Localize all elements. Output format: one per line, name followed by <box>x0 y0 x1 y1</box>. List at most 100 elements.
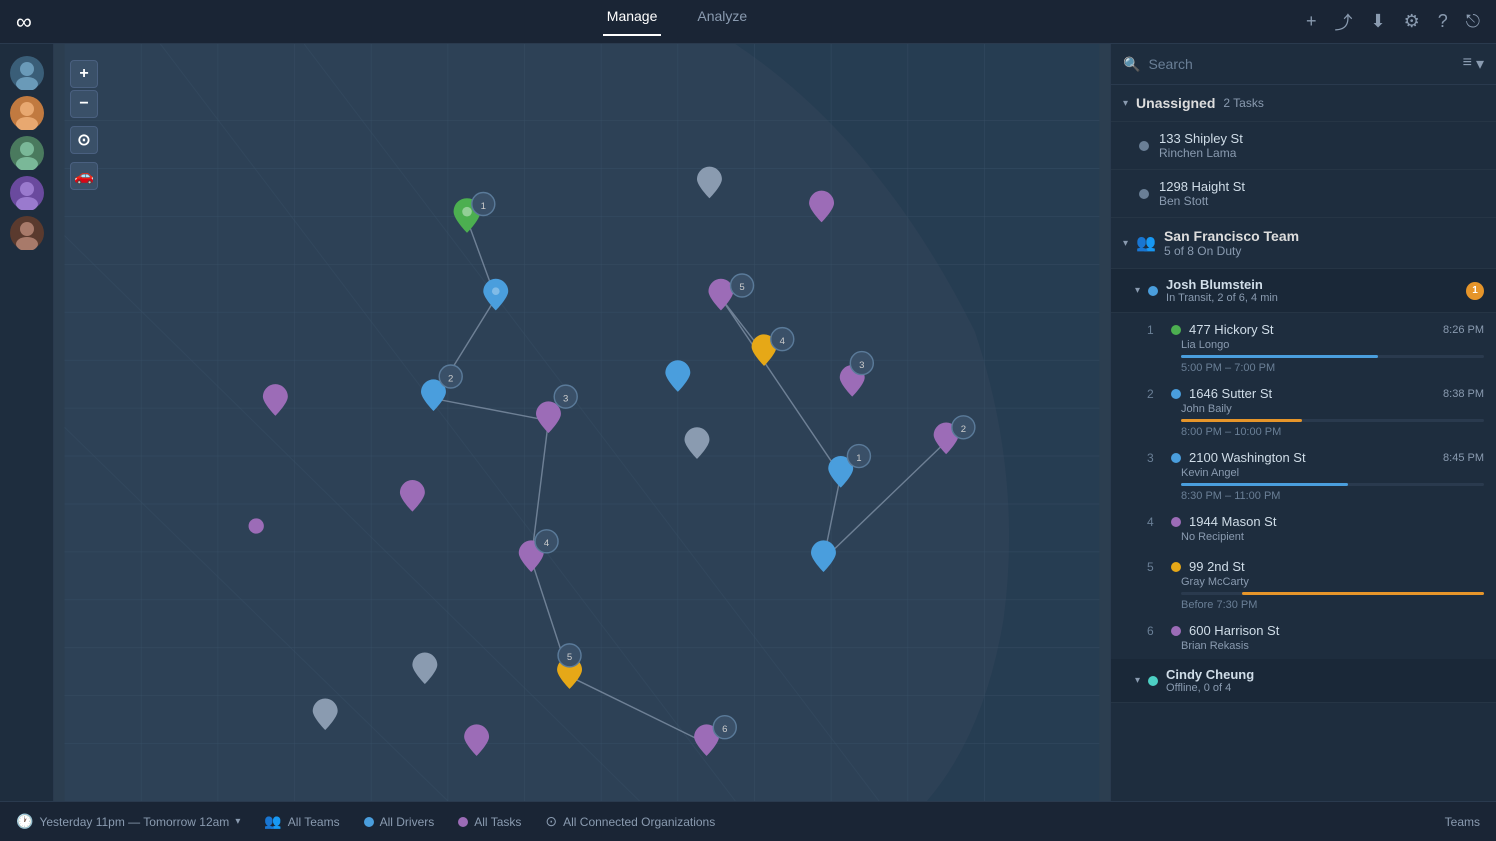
task-row[interactable]: 3 2100 Washington St 8:45 PM Kevin Angel… <box>1111 441 1496 505</box>
team-info: San Francisco Team 5 of 8 On Duty <box>1164 228 1484 258</box>
time-chevron[interactable]: ▾ <box>235 816 240 827</box>
unassigned-chevron[interactable]: ▾ <box>1123 98 1128 109</box>
svg-text:6: 6 <box>722 724 727 735</box>
driver-header[interactable]: ▾ Josh Blumstein In Transit, 2 of 6, 4 m… <box>1111 269 1496 313</box>
unassigned-section-header[interactable]: ▾ Unassigned 2 Tasks <box>1111 85 1496 122</box>
right-panel: 🔍 ≡ ▾ ▾ Unassigned 2 Tasks 133 Shipley S… <box>1110 44 1496 801</box>
chevron-down-icon[interactable]: ▾ <box>1476 54 1484 74</box>
task-list: ▾ Unassigned 2 Tasks 133 Shipley St Rinc… <box>1111 85 1496 801</box>
task-progress-bar <box>1181 419 1302 422</box>
unassigned-count: 2 Tasks <box>1223 96 1263 110</box>
sidebar-avatar-4[interactable] <box>10 176 44 210</box>
import-icon[interactable]: ⤴ <box>1334 9 1352 35</box>
all-drivers-item[interactable]: All Drivers <box>364 815 435 829</box>
all-orgs-label: All Connected Organizations <box>563 815 715 829</box>
task-address: 2100 Washington St <box>1189 450 1306 465</box>
driver-header-cindy[interactable]: ▾ Cindy Cheung Offline, 0 of 4 <box>1111 659 1496 703</box>
task-address: 133 Shipley St <box>1159 131 1484 146</box>
tasks-dot <box>458 817 468 827</box>
tab-analyze[interactable]: Analyze <box>693 8 751 36</box>
svg-text:3: 3 <box>563 393 568 404</box>
task-person: Kevin Angel <box>1147 467 1484 479</box>
tab-manage[interactable]: Manage <box>603 8 662 36</box>
task-person: Ben Stott <box>1159 194 1484 208</box>
task-time: 8:45 PM <box>1443 452 1484 464</box>
app-logo[interactable]: ∞ <box>16 12 48 32</box>
all-tasks-label: All Tasks <box>474 815 521 829</box>
teams-tab[interactable]: Teams <box>1445 815 1480 829</box>
task-dot-purple <box>1171 626 1181 636</box>
task-person: Gray McCarty <box>1147 576 1484 588</box>
time-range-item[interactable]: 🕐 Yesterday 11pm — Tomorrow 12am ▾ <box>16 813 240 830</box>
view-toggle[interactable]: ≡ ▾ <box>1463 54 1484 74</box>
svg-text:1: 1 <box>856 453 861 464</box>
sidebar-avatar-5[interactable] <box>10 216 44 250</box>
task-row[interactable]: 4 1944 Mason St No Recipient <box>1111 505 1496 550</box>
search-input[interactable] <box>1148 56 1454 72</box>
task-progress-bar <box>1181 483 1348 486</box>
task-person: No Recipient <box>1147 531 1484 543</box>
driver-info: Cindy Cheung Offline, 0 of 4 <box>1166 667 1484 694</box>
task-content: 477 Hickory St <box>1189 321 1435 339</box>
task-progress-bar <box>1181 355 1378 358</box>
add-icon[interactable]: + <box>1306 11 1317 32</box>
list-item[interactable]: 1298 Haight St Ben Stott <box>1111 170 1496 218</box>
search-icon: 🔍 <box>1123 56 1140 73</box>
map-background: 1 2 3 4 5 6 5 4 3 2 <box>54 44 1110 801</box>
driver-chevron[interactable]: ▾ <box>1135 285 1140 296</box>
driver-view-button[interactable]: 🚗 <box>70 162 98 190</box>
top-nav: ∞ Manage Analyze + ⤴ ⬇ ⚙ ? ⎋ <box>0 0 1496 44</box>
download-icon[interactable]: ⬇ <box>1370 11 1385 32</box>
zoom-in-button[interactable]: + <box>70 60 98 88</box>
task-content: 600 Harrison St <box>1189 622 1484 640</box>
driver-chevron[interactable]: ▾ <box>1135 675 1140 686</box>
task-content: 2100 Washington St <box>1189 449 1435 467</box>
task-address: 1298 Haight St <box>1159 179 1484 194</box>
settings-icon[interactable]: ⚙ <box>1404 11 1420 32</box>
zoom-out-button[interactable]: − <box>70 90 98 118</box>
driver-name: Cindy Cheung <box>1166 667 1484 682</box>
sidebar-avatar-1[interactable] <box>10 56 44 90</box>
task-row[interactable]: 1 477 Hickory St 8:26 PM Lia Longo 5:00 … <box>1111 313 1496 377</box>
logout-icon[interactable]: ⎋ <box>1466 11 1480 32</box>
team-icon: 👥 <box>1136 233 1156 253</box>
search-bar: 🔍 ≡ ▾ <box>1111 44 1496 85</box>
all-orgs-item[interactable]: ⊙ All Connected Organizations <box>545 813 715 830</box>
task-person: Rinchen Lama <box>1159 146 1484 160</box>
center-map-button[interactable]: ⊙ <box>70 126 98 154</box>
tab-bar: Teams <box>739 815 1480 829</box>
zoom-controls: + − <box>70 60 98 118</box>
task-info: 1298 Haight St Ben Stott <box>1159 179 1484 208</box>
task-time: 8:26 PM <box>1443 324 1484 336</box>
task-dot-green <box>1171 325 1181 335</box>
nav-center: Manage Analyze <box>603 8 751 36</box>
task-row[interactable]: 5 99 2nd St Gray McCarty Before 7:30 PM <box>1111 550 1496 614</box>
teams-tab-label: Teams <box>1445 815 1480 829</box>
task-row[interactable]: 2 1646 Sutter St 8:38 PM John Baily 8:00… <box>1111 377 1496 441</box>
svg-text:1: 1 <box>481 201 486 212</box>
task-window: Before 7:30 PM <box>1147 599 1484 611</box>
task-row[interactable]: 6 600 Harrison St Brian Rekasis <box>1111 614 1496 659</box>
team-section-header[interactable]: ▾ 👥 San Francisco Team 5 of 8 On Duty <box>1111 218 1496 269</box>
task-dot-yellow <box>1171 562 1181 572</box>
task-number: 5 <box>1147 560 1163 574</box>
svg-text:5: 5 <box>739 282 744 293</box>
map-area[interactable]: 1 2 3 4 5 6 5 4 3 2 <box>54 44 1110 801</box>
team-chevron[interactable]: ▾ <box>1123 238 1128 249</box>
task-content: 1944 Mason St <box>1189 513 1484 531</box>
all-tasks-item[interactable]: All Tasks <box>458 815 521 829</box>
list-view-icon[interactable]: ≡ <box>1463 54 1472 74</box>
sidebar-avatar-2[interactable] <box>10 96 44 130</box>
nav-left: ∞ <box>16 12 48 32</box>
task-window: 8:30 PM – 11:00 PM <box>1147 490 1484 502</box>
task-address: 477 Hickory St <box>1189 322 1274 337</box>
help-icon[interactable]: ? <box>1438 11 1448 32</box>
team-name: San Francisco Team <box>1164 228 1484 244</box>
all-teams-item[interactable]: 👥 All Teams <box>264 813 339 830</box>
main-content: 1 2 3 4 5 6 5 4 3 2 <box>0 44 1496 801</box>
orgs-icon: ⊙ <box>545 813 557 830</box>
task-content: 1646 Sutter St <box>1189 385 1435 403</box>
list-item[interactable]: 133 Shipley St Rinchen Lama <box>1111 122 1496 170</box>
nav-right: + ⤴ ⬇ ⚙ ? ⎋ <box>1306 9 1480 35</box>
sidebar-avatar-3[interactable] <box>10 136 44 170</box>
